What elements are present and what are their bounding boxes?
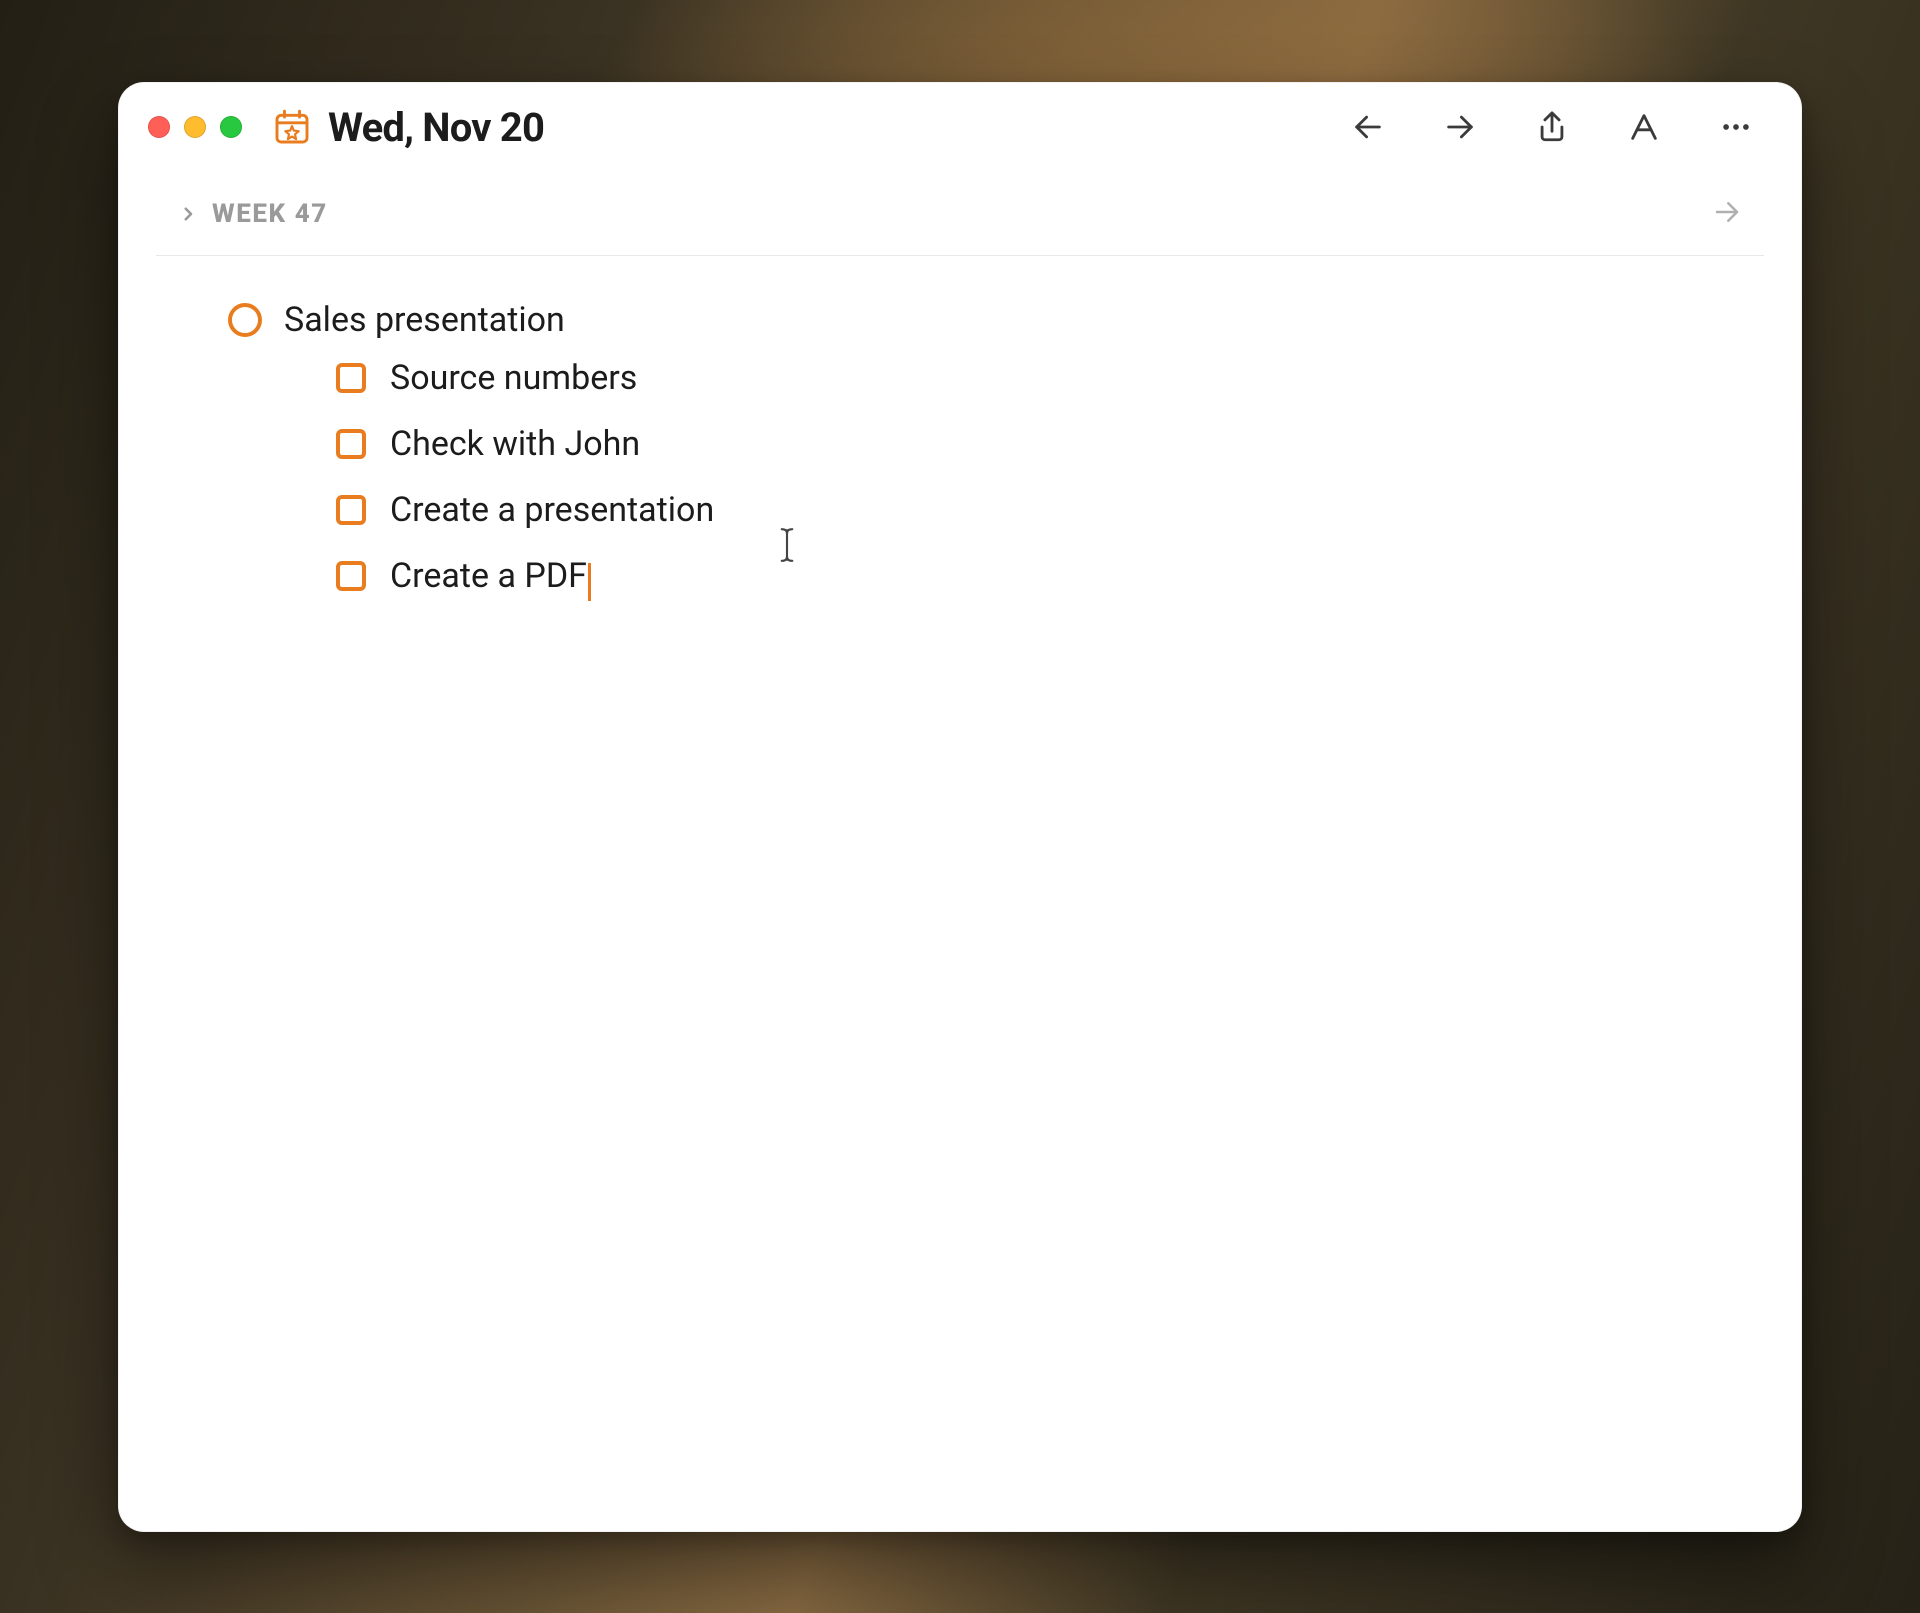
chevron-right-icon [178,204,198,224]
task-text[interactable]: Sales presentation [284,300,565,340]
subtask-text[interactable]: Create a PDF [390,556,591,597]
text-caret [588,563,591,601]
note-content[interactable]: Sales presentation Source numbers Check … [118,256,1802,1532]
more-icon [1719,110,1753,144]
subtask-text[interactable]: Create a presentation [390,490,714,530]
subtask-text[interactable]: Source numbers [390,358,637,398]
subtask-text-value: Create a PDF [390,556,587,596]
arrow-right-icon [1443,110,1477,144]
share-button[interactable] [1532,107,1572,147]
share-icon [1535,110,1569,144]
week-row: WEEK 47 [118,169,1802,255]
week-label: WEEK 47 [212,199,328,229]
toolbar [1348,107,1766,147]
title-group: Wed, Nov 20 [272,104,1328,151]
subtask-item[interactable]: Create a PDF [336,556,1722,597]
subtask-text[interactable]: Check with John [390,424,640,464]
checkbox-icon[interactable] [336,561,366,591]
next-week-button[interactable] [1712,197,1742,231]
subtask-item[interactable]: Check with John [336,424,1722,464]
subtask-list: Source numbers Check with John Create a … [336,358,1722,597]
app-window: Wed, Nov 20 [118,82,1802,1532]
checkbox-icon[interactable] [336,429,366,459]
arrow-left-icon [1351,110,1385,144]
nav-forward-button[interactable] [1440,107,1480,147]
window-controls [148,116,242,138]
calendar-star-icon [272,107,312,147]
subtask-item[interactable]: Source numbers [336,358,1722,398]
task-circle-icon[interactable] [228,303,262,337]
task-item[interactable]: Sales presentation [228,300,1722,340]
subtask-item[interactable]: Create a presentation [336,490,1722,530]
arrow-right-icon [1712,197,1742,227]
page-title: Wed, Nov 20 [328,104,544,151]
close-window-button[interactable] [148,116,170,138]
checkbox-icon[interactable] [336,363,366,393]
week-toggle[interactable]: WEEK 47 [178,199,328,229]
minimize-window-button[interactable] [184,116,206,138]
titlebar: Wed, Nov 20 [118,82,1802,169]
checkbox-icon[interactable] [336,495,366,525]
nav-back-button[interactable] [1348,107,1388,147]
more-button[interactable] [1716,107,1756,147]
font-style-button[interactable] [1624,107,1664,147]
fullscreen-window-button[interactable] [220,116,242,138]
font-icon [1627,110,1661,144]
